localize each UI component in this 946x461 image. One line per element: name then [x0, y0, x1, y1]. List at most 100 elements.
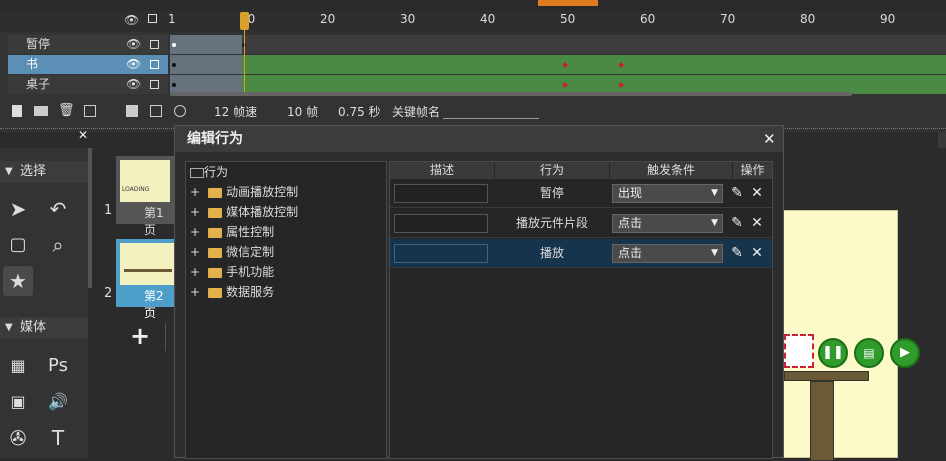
trigger-select[interactable]: 出现 ▼ — [612, 184, 723, 203]
expand-icon[interactable]: + — [190, 225, 200, 239]
close-icon[interactable]: ✕ — [748, 213, 766, 233]
tree-item-label: 媒体播放控制 — [226, 205, 299, 219]
keyframe[interactable] — [172, 83, 176, 87]
behavior-tree: 行为 + 动画播放控制 + 媒体播放控制 + 属性控制 + 微信定制 + 手机功能 + 数据… — [185, 161, 387, 459]
page-label: 第2页 — [144, 289, 164, 320]
play-clip-button-icon[interactable]: ▤ — [854, 338, 884, 368]
table-row[interactable]: 暂停 出现 ▼ ✎ ✕ — [390, 179, 772, 208]
add-page-button[interactable]: + — [130, 322, 150, 350]
pencil-icon[interactable]: ✎ — [728, 243, 746, 263]
trigger-value: 点击 — [618, 216, 643, 230]
layer-row[interactable]: 暂停 👁 — [8, 35, 946, 54]
table-row[interactable]: 播放元件片段 点击 ▼ ✎ ✕ — [390, 209, 772, 238]
folder-icon — [208, 227, 223, 238]
accent-button[interactable] — [538, 0, 598, 6]
lock-icon[interactable] — [150, 80, 159, 89]
video-icon[interactable]: ✇ — [3, 423, 33, 453]
tree-item[interactable]: + 动画播放控制 — [190, 182, 298, 202]
pencil-icon[interactable]: ✎ — [728, 213, 746, 233]
pause-button-icon[interactable]: ❚❚ — [818, 338, 848, 368]
folder-icon[interactable] — [34, 106, 48, 116]
keyframe[interactable] — [172, 63, 176, 67]
tree-item[interactable]: + 媒体播放控制 — [190, 202, 298, 222]
play-button-icon[interactable]: ▶ — [890, 338, 920, 368]
keyframe-icon[interactable] — [150, 105, 162, 117]
page-number: 1 — [104, 203, 113, 218]
text-tool-icon[interactable]: T — [43, 423, 73, 453]
tree-item[interactable]: + 属性控制 — [190, 222, 274, 242]
frame-icon[interactable] — [126, 105, 138, 117]
section-media-label: 媒体 — [20, 320, 47, 335]
layer-row[interactable]: 书 👁 — [8, 55, 946, 74]
trigger-select[interactable]: 点击 ▼ — [612, 244, 723, 263]
chevron-down-icon: ▼ — [711, 188, 718, 198]
trash-icon[interactable]: 🗑 — [58, 103, 75, 118]
behavior-table: 描述 行为 触发条件 操作 暂停 出现 ▼ ✎ ✕ 播放元件片段 点击 ▼ ✎ ✕ … — [389, 161, 773, 459]
lock-icon[interactable] — [150, 60, 159, 69]
close-panel-icon[interactable]: ✕ — [78, 128, 88, 142]
close-icon[interactable]: ✕ — [748, 243, 766, 263]
photoshop-icon[interactable]: Ps — [43, 351, 73, 381]
lock-icon[interactable] — [150, 40, 159, 49]
grid-icon[interactable]: ▦ — [3, 351, 33, 381]
layer-name[interactable]: 书 — [8, 55, 168, 74]
layer-frames[interactable] — [170, 35, 946, 54]
keyframe[interactable] — [562, 82, 568, 88]
timeline-panel: 👁 1 10 20 30 40 50 60 70 80 90 暂停 👁 书 👁 … — [0, 0, 946, 132]
close-icon[interactable]: ✕ — [748, 183, 766, 203]
playhead-handle[interactable] — [240, 12, 249, 30]
page-thumbnail[interactable]: LOADING 第1页 — [116, 156, 174, 237]
component-tool-icon[interactable]: ★ — [3, 266, 33, 296]
description-input[interactable] — [394, 244, 488, 263]
zoom-tool-icon[interactable]: ⌕ — [43, 230, 73, 260]
audio-icon[interactable]: 🔊 — [43, 387, 73, 417]
keyframe[interactable] — [172, 43, 176, 47]
book-element[interactable] — [784, 334, 814, 368]
lock-icon[interactable] — [148, 14, 157, 23]
expand-icon[interactable]: + — [190, 245, 200, 259]
keyframe[interactable] — [618, 62, 624, 68]
eye-icon[interactable]: 👁 — [126, 77, 141, 91]
pencil-icon[interactable]: ✎ — [728, 183, 746, 203]
section-select-header[interactable]: ▼ 选择 — [0, 161, 88, 183]
expand-icon[interactable]: + — [190, 285, 200, 299]
tree-item[interactable]: + 数据服务 — [190, 282, 274, 302]
folder-icon — [208, 187, 223, 198]
eye-icon[interactable]: 👁 — [126, 37, 141, 51]
layer-name[interactable]: 桌子 — [8, 75, 168, 94]
blank-keyframe-icon[interactable] — [174, 105, 186, 117]
tree-root[interactable]: 行为 — [190, 162, 228, 182]
description-input[interactable] — [394, 214, 488, 233]
transform-tool-icon[interactable]: ▢ — [3, 230, 33, 260]
lasso-tool-icon[interactable]: ↶ — [43, 194, 73, 224]
stage[interactable] — [783, 210, 898, 461]
tree-item[interactable]: + 手机功能 — [190, 262, 274, 282]
eye-icon[interactable]: 👁 — [124, 13, 139, 27]
tree-item[interactable]: + 微信定制 — [190, 242, 274, 262]
close-icon[interactable]: ✕ — [763, 130, 776, 148]
section-media-header[interactable]: ▼ 媒体 — [0, 317, 88, 339]
layer-name[interactable]: 暂停 — [8, 35, 168, 54]
table-leg — [810, 381, 834, 461]
folder-icon — [208, 267, 223, 278]
pointer-tool-icon[interactable]: ➤ — [3, 194, 33, 224]
expand-icon[interactable]: + — [190, 185, 200, 199]
ruler-tick: 1 — [168, 12, 176, 26]
trigger-select[interactable]: 点击 ▼ — [612, 214, 723, 233]
table-row-selected[interactable]: 播放 点击 ▼ ✎ ✕ — [390, 239, 772, 268]
expand-icon[interactable]: + — [190, 205, 200, 219]
image-icon[interactable]: ▣ — [3, 387, 33, 417]
page-thumbnail-selected[interactable]: 第2页 — [116, 239, 174, 320]
keyframe[interactable] — [562, 62, 568, 68]
eye-icon[interactable]: 👁 — [126, 57, 141, 71]
fps-readout[interactable]: 12 帧速 — [214, 103, 257, 120]
layer-frames[interactable] — [170, 55, 946, 74]
keyframe[interactable] — [618, 82, 624, 88]
description-input[interactable] — [394, 184, 488, 203]
new-layer-icon[interactable] — [12, 105, 22, 117]
expand-icon[interactable]: + — [190, 265, 200, 279]
copy-icon[interactable] — [84, 105, 96, 117]
column-header: 触发条件 — [610, 162, 732, 179]
keyframe-name-input[interactable] — [443, 118, 539, 119]
timeline-scrollbar[interactable] — [170, 92, 852, 96]
